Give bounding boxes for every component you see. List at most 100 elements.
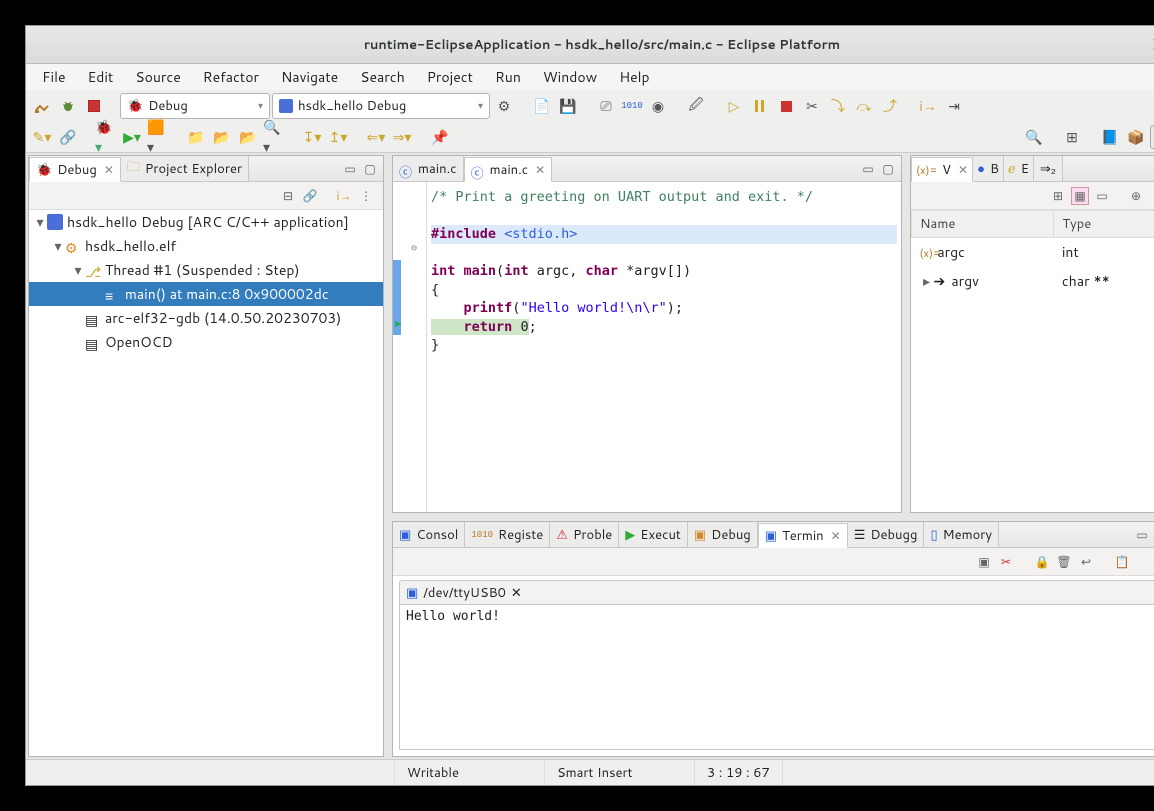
view-menu-icon[interactable]: ⋮ [357,187,375,205]
scroll-lock-icon[interactable]: 🔒 [1033,553,1051,571]
debug-icon[interactable]: 🐞▾ [94,125,118,149]
breakpoint-skip-icon[interactable]: ◉ [646,94,670,118]
tree-frame-node[interactable]: ≡ main() at main.c:8 0x900002dc [29,282,383,306]
close-tab-icon[interactable]: ✕ [829,527,841,544]
menu-window[interactable]: Window [533,64,607,90]
menu-run[interactable]: Run [485,64,531,90]
clear-icon[interactable]: 🗑 [1055,553,1073,571]
tab-problems[interactable]: ⚠Proble [550,522,619,547]
tree-elf-node[interactable]: ▾ ⚙ hsdk_hello.elf [29,234,383,258]
sash-horizontal[interactable] [390,515,1154,519]
search-icon[interactable]: 🔍▾ [262,125,286,149]
perspective-resource-icon[interactable]: 📦 [1124,125,1148,149]
col-name[interactable]: Name [912,211,1054,238]
terminal-output[interactable]: Hello world! [399,604,1154,750]
gear-icon[interactable]: ⚙ [492,94,516,118]
pin-icon[interactable]: 📌 [428,125,452,149]
editor-tab-main-2[interactable]: ⓒ main.c ✕ [464,157,553,182]
step-return-icon[interactable]: ⤴ [878,94,902,118]
tree-gdb-node[interactable]: ▤ arc-elf32-gdb (14.0.50.20230703) [29,306,383,330]
code-editor[interactable]: ⊖ ▶ /* Print a greeting on UART output a… [393,182,901,512]
expand-icon[interactable]: ▸ [920,271,934,291]
view-menu-icon[interactable]: ⋮ [1149,187,1154,205]
binary-icon[interactable]: 1010 [620,94,644,118]
pause-icon[interactable] [748,94,772,118]
tab-expressions[interactable]: ℯE [1004,156,1034,181]
wrap-icon[interactable]: ↩ [1077,553,1095,571]
save-icon[interactable]: 💾 [556,94,580,118]
copy-icon[interactable]: 📋 [1113,553,1131,571]
step-into-icon[interactable]: ⤵ [826,94,850,118]
launch-config-dropdown[interactable]: hsdk_hello Debug ▾ [272,93,490,119]
disconnect-icon[interactable]: ✂ [800,94,824,118]
code-area[interactable]: /* Print a greeting on UART output and e… [427,182,901,512]
menu-edit[interactable]: Edit [78,64,124,90]
tab-console[interactable]: ▣Consol [393,522,465,547]
drop-frame-icon[interactable]: ⇥ [942,94,966,118]
step-over-icon[interactable]: ⤼ [852,94,876,118]
var-row[interactable]: ▸➔ argv char ** [912,267,1154,296]
sash-vertical[interactable] [904,153,908,515]
tab-terminal[interactable]: ▣Termin✕ [758,523,848,548]
build-icon[interactable] [30,94,54,118]
forward-icon[interactable]: ⇒▾ [390,125,414,149]
var-row[interactable]: (x)= argc int [912,238,1154,267]
maximize-icon[interactable]: ▢ [361,160,379,178]
close-tab-icon[interactable]: ✕ [102,161,114,178]
run-icon[interactable]: ▶▾ [120,125,144,149]
show-columns-icon[interactable]: ▦ [1071,187,1089,205]
instruction-step-icon[interactable]: i→ [916,94,940,118]
search-toolbar-icon[interactable]: 🔍 [1022,125,1046,149]
back-icon[interactable]: ⇐▾ [364,125,388,149]
menu-search[interactable]: Search [350,64,415,90]
maximize-icon[interactable]: ▢ [879,160,897,178]
terminate-icon[interactable] [82,94,106,118]
expand-icon[interactable]: ▾ [51,236,65,256]
editor-gutter[interactable]: ⊖ ▶ [393,182,427,512]
collapse-icon[interactable]: ▭ [1093,187,1111,205]
tab-debugger-console[interactable]: ▣Debug [688,522,758,547]
debug-tree[interactable]: ▾ hsdk_hello Debug [ARC C/C++ applicatio… [29,210,383,756]
link-editor-icon[interactable]: 🔗 [301,187,319,205]
tab-debug[interactable]: 🐞 Debug ✕ [29,157,121,182]
menu-source[interactable]: Source [125,64,190,90]
variables-table[interactable]: Name Type (x)= argc int ▸➔ argv char ** [911,210,1154,512]
tree-openocd-node[interactable]: ▤ OpenOCD [29,330,383,354]
settings-icon[interactable]: ⚙ [1149,553,1154,571]
perspective-debug-icon[interactable]: 🐞 [1150,125,1154,149]
debug-restart-icon[interactable] [56,94,80,118]
stop-icon[interactable] [774,94,798,118]
close-icon[interactable] [1150,35,1154,53]
disconnect-terminal-icon[interactable]: ✂ [997,553,1015,571]
wand-icon[interactable]: 🖉 [684,94,708,118]
resume-icon[interactable]: ▷ [722,94,746,118]
perspective-cpp-icon[interactable]: 📘 [1098,125,1122,149]
tab-project-explorer[interactable]: 🗀 Project Explorer [121,156,249,181]
tree-thread-node[interactable]: ▾ ⎇ Thread #1 (Suspended : Step) [29,258,383,282]
add-global-icon[interactable]: ⊕ [1127,187,1145,205]
minimize-icon[interactable]: ▭ [859,160,877,178]
open-folder-icon[interactable]: 📁 [184,125,208,149]
fold-icon[interactable]: ⊖ [411,243,417,254]
minimize-icon[interactable]: ▭ [1133,526,1151,544]
show-type-icon[interactable]: ⊞ [1049,187,1067,205]
open-type-icon[interactable]: 📂 [210,125,234,149]
tab-breakpoints[interactable]: ●B [973,156,1004,181]
expand-icon[interactable]: ▾ [33,212,47,232]
tab-debugger[interactable]: ☰Debugg [848,522,925,547]
menu-navigate[interactable]: Navigate [271,64,348,90]
minimize-icon[interactable]: ▭ [341,160,359,178]
open-task-icon[interactable]: 📂 [236,125,260,149]
tab-variables[interactable]: (x)=V✕ [911,157,973,182]
menu-file[interactable]: File [32,64,76,90]
open-perspective-icon[interactable]: ⊞ [1060,125,1084,149]
menu-refactor[interactable]: Refactor [193,64,269,90]
expand-icon[interactable]: ▾ [71,260,85,280]
menu-help[interactable]: Help [609,64,659,90]
next-ann-icon[interactable]: ↧▾ [300,125,324,149]
terminal-device-tab[interactable]: ▣ /dev/ttyUSB0 ✕ [399,580,1154,604]
launch-mode-dropdown[interactable]: 🐞Debug ▾ [120,93,270,119]
close-tab-icon[interactable]: ✕ [511,584,522,602]
tab-registers[interactable]: 1010Registe [465,522,550,547]
sash-vertical[interactable] [386,153,390,759]
